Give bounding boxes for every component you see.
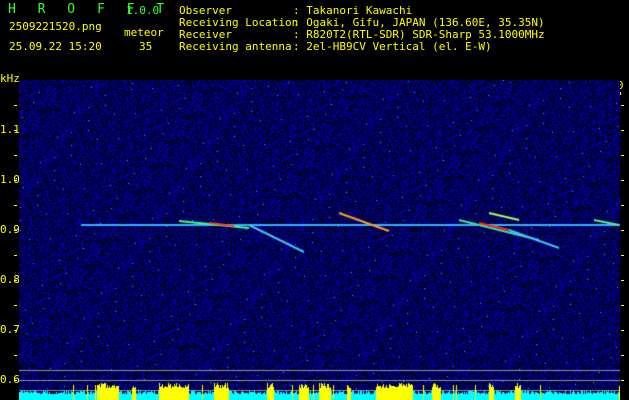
freq-minor-tick <box>14 180 17 181</box>
meteor-count: 35 <box>139 40 153 53</box>
freq-minor-tick <box>14 255 17 256</box>
freq-minor-tick <box>14 205 17 206</box>
app-version: 1.0.0 <box>126 4 160 17</box>
spectrogram <box>19 80 620 400</box>
freq-minor-tick <box>621 180 624 181</box>
filename: 2509221520.png <box>9 20 102 33</box>
freq-minor-tick <box>621 105 624 106</box>
freq-minor-tick <box>14 230 17 231</box>
freq-minor-tick <box>14 155 17 156</box>
freq-minor-tick <box>14 130 17 131</box>
freq-minor-tick <box>621 230 624 231</box>
datetime: 25.09.22 15:20 <box>9 40 102 53</box>
info-value: : 2el-HB9CV Vertical (el. E-W) <box>293 40 492 53</box>
freq-minor-tick <box>14 280 17 281</box>
freq-minor-tick <box>621 205 624 206</box>
freq-minor-tick <box>621 330 624 331</box>
freq-minor-tick <box>621 380 624 381</box>
freq-minor-tick <box>14 105 17 106</box>
freq-minor-tick <box>621 305 624 306</box>
y-unit-label: kHz <box>0 72 20 85</box>
freq-minor-tick <box>14 380 17 381</box>
freq-minor-tick <box>14 305 17 306</box>
freq-minor-tick <box>14 330 17 331</box>
time-tick <box>620 92 621 95</box>
freq-minor-tick <box>621 355 624 356</box>
hrofft-window: H R O F F T 1.0.0 2509221520.png meteor … <box>0 0 629 400</box>
meteor-label: meteor <box>124 26 164 39</box>
info-label: Receiving antenna <box>179 40 292 53</box>
freq-minor-tick <box>621 280 624 281</box>
freq-minor-tick <box>621 155 624 156</box>
freq-minor-tick <box>621 130 624 131</box>
freq-minor-tick <box>621 255 624 256</box>
freq-minor-tick <box>14 355 17 356</box>
